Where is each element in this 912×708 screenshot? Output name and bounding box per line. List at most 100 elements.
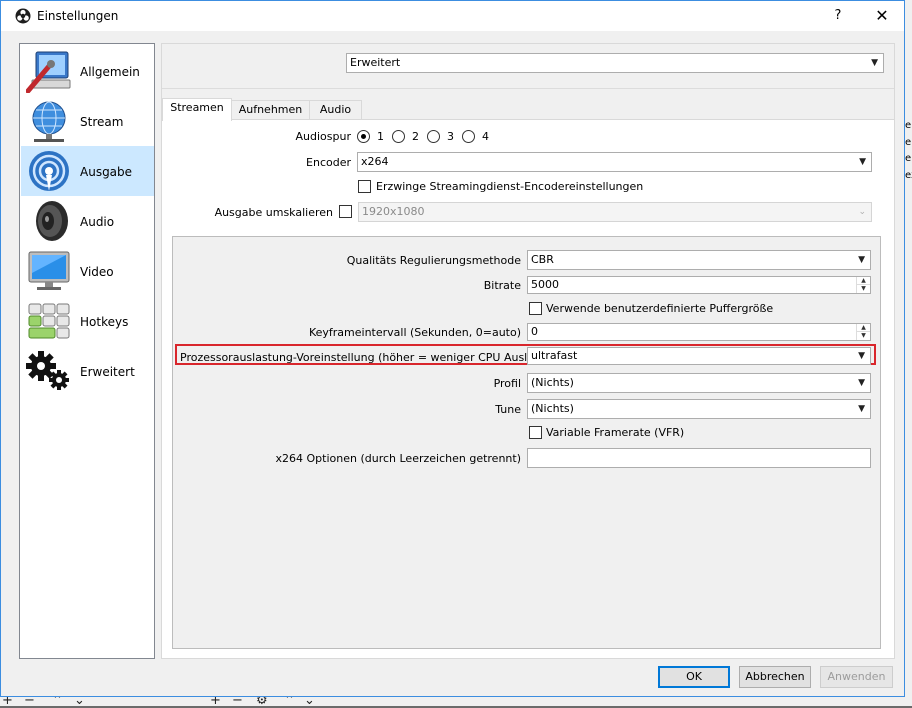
tab-audio[interactable]: Audio	[309, 100, 362, 120]
rate-control-label: Qualitäts Regulierungsmethode	[346, 254, 521, 267]
background-text: e	[905, 137, 912, 148]
bitrate-spinbox[interactable]: 5000 ▲ ▼	[527, 276, 871, 294]
encoder-select[interactable]: x264 ▼	[357, 152, 872, 172]
audiotrack-radio-label: 4	[482, 130, 489, 143]
spin-up-icon[interactable]: ▲	[857, 324, 870, 332]
background-text: e	[905, 153, 912, 164]
audiotrack-label: Audiospur	[295, 130, 351, 143]
output-mode-value: Erweitert	[350, 56, 401, 69]
cpu-preset-select[interactable]: ultrafast ▼	[527, 347, 871, 365]
audiotrack-radio-4[interactable]	[462, 130, 475, 143]
cancel-button[interactable]: Abbrechen	[739, 666, 811, 688]
general-settings-icon	[26, 51, 71, 93]
sidebar-item-allgemein[interactable]: Allgemein	[21, 46, 154, 96]
audiotrack-radio-2[interactable]	[392, 130, 405, 143]
sidebar-item-video[interactable]: Video	[21, 246, 154, 296]
sidebar-item-erweitert[interactable]: Erweitert	[21, 346, 154, 396]
sidebar-item-hotkeys[interactable]: Hotkeys	[21, 296, 154, 346]
bitrate-label: Bitrate	[483, 279, 521, 292]
obs-app-icon	[15, 8, 31, 24]
stream-globe-icon	[32, 101, 66, 142]
rate-control-value: CBR	[531, 253, 554, 266]
sidebar-item-label: Audio	[80, 215, 115, 229]
vfr-label: Variable Framerate (VFR)	[546, 426, 685, 439]
sidebar-item-label: Stream	[80, 115, 124, 129]
spin-buttons: ▲ ▼	[856, 277, 870, 293]
background-window-fragment: en e e ex	[905, 0, 912, 706]
title-bar: Einstellungen ? ✕	[1, 1, 904, 31]
output-broadcast-icon	[29, 151, 69, 191]
settings-window: Einstellungen ? ✕ Allgemein Stream Ausga…	[0, 0, 905, 697]
chevron-down-icon: ▼	[859, 157, 866, 167]
sidebar-item-audio[interactable]: Audio	[21, 196, 154, 246]
profile-label: Profil	[493, 377, 521, 390]
audiotrack-radio-1[interactable]	[357, 130, 370, 143]
rescale-label: Ausgabe umskalieren	[214, 206, 333, 219]
spin-down-icon[interactable]: ▼	[857, 285, 870, 293]
output-settings-panel: Ausgabemodus Erweitert ▼ Streamen Aufneh…	[161, 43, 895, 659]
spin-up-icon[interactable]: ▲	[857, 277, 870, 285]
sidebar-item-label: Ausgabe	[80, 165, 133, 179]
sidebar-item-label: Allgemein	[80, 65, 140, 79]
gears-icon	[26, 351, 69, 390]
cpu-preset-label: Prozessorauslastung-Voreinstellung (höhe…	[180, 351, 570, 364]
tune-value: (Nichts)	[531, 402, 574, 415]
encoder-value: x264	[361, 155, 389, 168]
tune-select[interactable]: (Nichts) ▼	[527, 399, 871, 419]
tune-label: Tune	[495, 403, 521, 416]
close-button[interactable]: ✕	[861, 1, 903, 31]
chevron-down-icon: ⌄	[858, 207, 866, 217]
profile-select[interactable]: (Nichts) ▼	[527, 373, 871, 393]
audiotrack-radio-label: 1	[377, 130, 384, 143]
apply-button[interactable]: Anwenden	[820, 666, 893, 688]
chevron-down-icon: ▼	[858, 255, 865, 265]
chevron-down-icon: ▼	[871, 58, 878, 68]
profile-value: (Nichts)	[531, 376, 574, 389]
rescale-checkbox[interactable]	[339, 205, 352, 218]
keyframe-interval-spinbox[interactable]: 0 ▲ ▼	[527, 323, 871, 341]
background-text: ex	[905, 170, 912, 181]
keyframe-interval-value: 0	[531, 325, 538, 338]
rate-control-select[interactable]: CBR ▼	[527, 250, 871, 270]
background-toolbar-fragment: + − ⌃ ⌄ + − ⚙ ⌃ ⌄	[0, 693, 912, 708]
encoder-settings-group: Qualitäts Regulierungsmethode CBR ▼ Bitr…	[172, 236, 881, 649]
divider	[162, 88, 894, 89]
custom-buffer-label: Verwende benutzerdefinierte Puffergröße	[546, 302, 774, 315]
x264-options-input[interactable]	[527, 448, 871, 468]
sidebar-item-label: Erweitert	[80, 365, 135, 379]
custom-buffer-checkbox[interactable]	[529, 302, 542, 315]
ok-button[interactable]: OK	[658, 666, 730, 688]
audiotrack-radio-label: 2	[412, 130, 419, 143]
streaming-tab-panel: Audiospur 1 2 3 4 Encoder x264 ▼ Erzwing…	[162, 119, 894, 658]
keyframe-interval-label: Keyframeintervall (Sekunden, 0=auto)	[308, 326, 521, 339]
chevron-down-icon: ▼	[858, 378, 865, 388]
sidebar-item-stream[interactable]: Stream	[21, 96, 154, 146]
sidebar-item-label: Hotkeys	[80, 315, 129, 329]
sidebar-item-ausgabe[interactable]: Ausgabe	[21, 146, 154, 196]
vfr-checkbox[interactable]	[529, 426, 542, 439]
rescale-resolution-value: 1920x1080	[362, 205, 425, 218]
audiotrack-radio-3[interactable]	[427, 130, 440, 143]
help-button[interactable]: ?	[821, 1, 855, 31]
chevron-down-icon: ▼	[858, 404, 865, 414]
tab-streamen[interactable]: Streamen	[162, 98, 232, 121]
background-text: en	[905, 120, 912, 131]
spin-buttons: ▲ ▼	[856, 324, 870, 340]
rescale-resolution-select[interactable]: 1920x1080 ⌄	[358, 202, 872, 222]
speaker-icon	[36, 201, 68, 241]
window-title: Einstellungen	[37, 9, 119, 23]
sidebar-item-label: Video	[80, 265, 114, 279]
tab-aufnehmen[interactable]: Aufnehmen	[231, 100, 310, 120]
audiotrack-radio-label: 3	[447, 130, 454, 143]
encoder-label: Encoder	[306, 156, 351, 169]
enforce-encoder-checkbox[interactable]	[358, 180, 371, 193]
monitor-icon	[28, 251, 70, 290]
bitrate-value: 5000	[531, 278, 559, 291]
enforce-encoder-label: Erzwinge Streamingdienst-Encodereinstell…	[376, 180, 644, 193]
output-mode-select[interactable]: Erweitert ▼	[346, 53, 884, 73]
settings-sidebar: Allgemein Stream Ausgabe Audio Video Hot…	[19, 43, 155, 659]
keyboard-icon	[28, 303, 70, 339]
spin-down-icon[interactable]: ▼	[857, 332, 870, 340]
cpu-preset-value: ultrafast	[531, 349, 578, 362]
x264-options-label: x264 Optionen (durch Leerzeichen getrenn…	[275, 452, 522, 465]
